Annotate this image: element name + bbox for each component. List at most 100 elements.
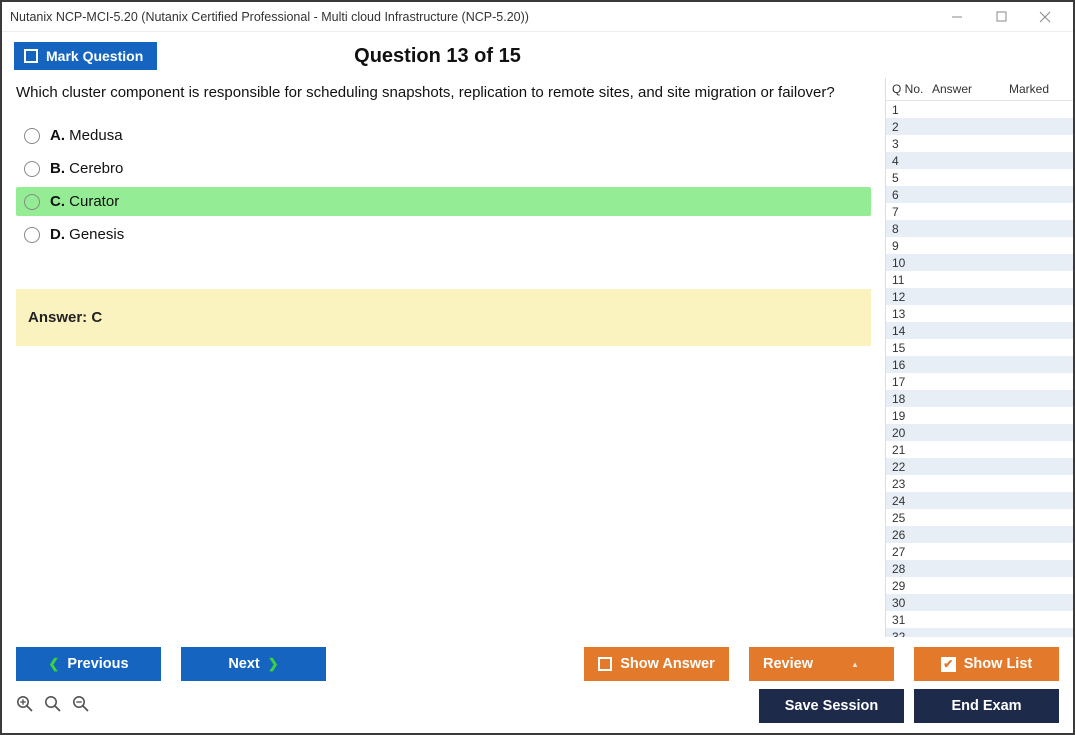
row-number: 30: [892, 596, 932, 610]
question-list-row[interactable]: 6: [886, 186, 1073, 203]
question-list-row[interactable]: 15: [886, 339, 1073, 356]
radio-icon: [24, 194, 40, 210]
show-answer-label: Show Answer: [620, 656, 715, 672]
window-controls: [935, 3, 1067, 31]
checkbox-checked-icon: ✔: [941, 657, 956, 672]
row-number: 5: [892, 171, 932, 185]
question-list-row[interactable]: 30: [886, 594, 1073, 611]
question-list-row[interactable]: 7: [886, 203, 1073, 220]
question-list-row[interactable]: 31: [886, 611, 1073, 628]
question-list-row[interactable]: 19: [886, 407, 1073, 424]
question-list-row[interactable]: 20: [886, 424, 1073, 441]
question-list-row[interactable]: 8: [886, 220, 1073, 237]
next-label: Next: [228, 656, 259, 672]
options-list: A. Medusa B. Cerebro C. Curator D. Genesis: [16, 121, 871, 253]
question-list-row[interactable]: 27: [886, 543, 1073, 560]
question-list-row[interactable]: 17: [886, 373, 1073, 390]
question-pane: Which cluster component is responsible f…: [2, 78, 885, 637]
row-number: 8: [892, 222, 932, 236]
review-label: Review: [763, 656, 813, 672]
row-number: 4: [892, 154, 932, 168]
review-dropdown[interactable]: Review ▲: [749, 647, 894, 681]
chevron-down-icon: ▲: [851, 660, 859, 669]
row-number: 20: [892, 426, 932, 440]
row-number: 23: [892, 477, 932, 491]
question-list-header: Q No. Answer Marked: [886, 78, 1073, 101]
question-list-row[interactable]: 25: [886, 509, 1073, 526]
minimize-button[interactable]: [935, 3, 979, 31]
question-list-row[interactable]: 22: [886, 458, 1073, 475]
question-list-row[interactable]: 21: [886, 441, 1073, 458]
previous-label: Previous: [67, 656, 128, 672]
row-number: 12: [892, 290, 932, 304]
next-button[interactable]: Next ❯: [181, 647, 326, 681]
zoom-in-button[interactable]: [44, 695, 62, 718]
show-list-label: Show List: [964, 656, 1032, 672]
footer-row-2: Save Session End Exam: [2, 689, 1073, 733]
question-list-row[interactable]: 11: [886, 271, 1073, 288]
previous-button[interactable]: ❮ Previous: [16, 647, 161, 681]
chevron-right-icon: ❯: [268, 656, 279, 672]
question-list-row[interactable]: 3: [886, 135, 1073, 152]
row-number: 19: [892, 409, 932, 423]
row-number: 18: [892, 392, 932, 406]
maximize-button[interactable]: [979, 3, 1023, 31]
question-list-row[interactable]: 24: [886, 492, 1073, 509]
row-number: 6: [892, 188, 932, 202]
row-number: 26: [892, 528, 932, 542]
zoom-reset-button[interactable]: [16, 695, 34, 718]
end-exam-button[interactable]: End Exam: [914, 689, 1059, 723]
window-title: Nutanix NCP-MCI-5.20 (Nutanix Certified …: [10, 10, 935, 24]
radio-icon: [24, 227, 40, 243]
close-button[interactable]: [1023, 3, 1067, 31]
save-session-button[interactable]: Save Session: [759, 689, 904, 723]
option-b[interactable]: B. Cerebro: [16, 154, 871, 183]
row-number: 24: [892, 494, 932, 508]
question-list-row[interactable]: 18: [886, 390, 1073, 407]
option-c[interactable]: C. Curator: [16, 187, 871, 216]
question-list-row[interactable]: 32: [886, 628, 1073, 637]
zoom-out-button[interactable]: [72, 695, 90, 718]
row-number: 27: [892, 545, 932, 559]
row-number: 17: [892, 375, 932, 389]
answer-box: Answer: C: [16, 289, 871, 346]
question-header: Question 13 of 15: [2, 45, 873, 68]
question-list-row[interactable]: 29: [886, 577, 1073, 594]
row-number: 25: [892, 511, 932, 525]
checkbox-icon: [598, 657, 612, 671]
show-answer-button[interactable]: Show Answer: [584, 647, 729, 681]
save-session-label: Save Session: [785, 698, 879, 714]
end-exam-label: End Exam: [951, 698, 1021, 714]
question-list-row[interactable]: 26: [886, 526, 1073, 543]
radio-icon: [24, 128, 40, 144]
question-list-row[interactable]: 13: [886, 305, 1073, 322]
show-list-button[interactable]: ✔ Show List: [914, 647, 1059, 681]
footer: ❮ Previous Next ❯ Show Answer Review ▲ ✔…: [2, 637, 1073, 733]
question-list-row[interactable]: 23: [886, 475, 1073, 492]
question-list-row[interactable]: 5: [886, 169, 1073, 186]
question-list-row[interactable]: 14: [886, 322, 1073, 339]
row-number: 21: [892, 443, 932, 457]
question-list-row[interactable]: 28: [886, 560, 1073, 577]
body: Which cluster component is responsible f…: [2, 78, 1073, 637]
chevron-left-icon: ❮: [48, 656, 59, 672]
option-d[interactable]: D. Genesis: [16, 220, 871, 249]
question-list-row[interactable]: 2: [886, 118, 1073, 135]
row-number: 9: [892, 239, 932, 253]
question-list-row[interactable]: 12: [886, 288, 1073, 305]
question-list-row[interactable]: 16: [886, 356, 1073, 373]
row-number: 28: [892, 562, 932, 576]
question-list-row[interactable]: 4: [886, 152, 1073, 169]
option-a[interactable]: A. Medusa: [16, 121, 871, 150]
question-list-row[interactable]: 9: [886, 237, 1073, 254]
row-number: 1: [892, 103, 932, 117]
row-number: 2: [892, 120, 932, 134]
row-number: 13: [892, 307, 932, 321]
option-text: C. Curator: [50, 193, 119, 210]
question-list[interactable]: 1234567891011121314151617181920212223242…: [886, 101, 1073, 637]
question-list-row[interactable]: 1: [886, 101, 1073, 118]
row-number: 16: [892, 358, 932, 372]
question-list-panel: Q No. Answer Marked 12345678910111213141…: [885, 78, 1073, 637]
question-list-row[interactable]: 10: [886, 254, 1073, 271]
row-number: 22: [892, 460, 932, 474]
